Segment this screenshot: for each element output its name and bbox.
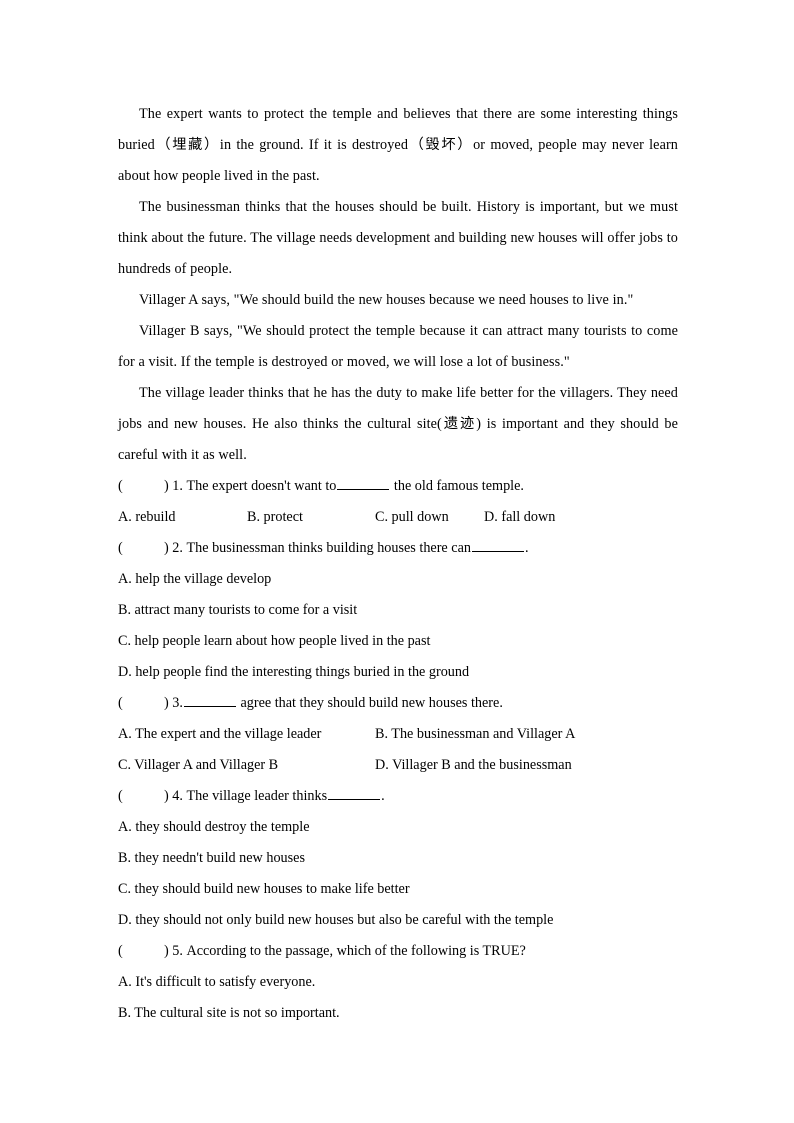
question-1-text-before: The expert doesn't want to xyxy=(186,478,337,494)
question-1-options: A. rebuild B. protect C. pull down D. fall … xyxy=(118,502,678,533)
question-2-text-after: . xyxy=(524,540,529,556)
question-2-number: 2. xyxy=(172,540,183,556)
question-4-stem: () 4. The village leader thinks. xyxy=(118,781,678,812)
bracket-open-1: ( xyxy=(118,478,123,494)
question-3-options-row-1: A. The expert and the village leader B. T… xyxy=(118,719,678,750)
document-content: The expert wants to protect the temple a… xyxy=(118,99,678,1029)
bracket-open-3: ( xyxy=(118,695,123,711)
option-3d[interactable]: D. Villager B and the businessman xyxy=(375,750,572,781)
question-4-number: 4. xyxy=(172,788,183,804)
option-4d[interactable]: D. they should not only build new houses… xyxy=(118,905,678,936)
option-2b[interactable]: B. attract many tourists to come for a v… xyxy=(118,595,678,626)
question-1-text-after: the old famous temple. xyxy=(393,478,524,494)
option-4a[interactable]: A. they should destroy the temple xyxy=(118,812,678,843)
question-4-blank[interactable] xyxy=(328,787,381,800)
option-5b[interactable]: B. The cultural site is not so important… xyxy=(118,998,678,1029)
bracket-close-4: ) xyxy=(164,788,169,804)
answer-bracket-5[interactable]: ( xyxy=(118,936,164,967)
document-page: The expert wants to protect the temple a… xyxy=(0,0,794,1123)
bracket-close-3: ) xyxy=(164,695,169,711)
option-5a[interactable]: A. It's difficult to satisfy everyone. xyxy=(118,967,678,998)
question-2-text-before: The businessman thinks building houses t… xyxy=(186,540,471,556)
question-5-stem: () 5. According to the passage, which of… xyxy=(118,936,678,967)
question-3-stem: () 3. agree that they should build new h… xyxy=(118,688,678,719)
answer-bracket-3[interactable]: ( xyxy=(118,688,164,719)
option-2c[interactable]: C. help people learn about how people li… xyxy=(118,626,678,657)
answer-bracket-4[interactable]: ( xyxy=(118,781,164,812)
question-1-blank[interactable] xyxy=(337,477,390,490)
passage-paragraph-3: Villager A says, "We should build the ne… xyxy=(139,292,634,308)
question-3-options-row-2: C. Villager A and Villager B D. Villager … xyxy=(118,750,678,781)
bracket-open-5: ( xyxy=(118,943,123,959)
bracket-open-4: ( xyxy=(118,788,123,804)
passage-paragraph-5: The village leader thinks that he has th… xyxy=(118,385,678,463)
question-5-text: According to the passage, which of the f… xyxy=(186,943,526,959)
option-1c[interactable]: C. pull down xyxy=(375,502,484,533)
option-1b[interactable]: B. protect xyxy=(247,502,375,533)
option-3b[interactable]: B. The businessman and Villager A xyxy=(375,719,575,750)
option-1a[interactable]: A. rebuild xyxy=(118,502,247,533)
question-4-text-after: . xyxy=(381,788,385,804)
question-1-number: 1. xyxy=(172,478,183,494)
passage-paragraph-1: The expert wants to protect the temple a… xyxy=(118,106,678,184)
passage-paragraph-4: Villager B says, "We should protect the … xyxy=(118,323,678,370)
option-4b[interactable]: B. they needn't build new houses xyxy=(118,843,678,874)
option-3a[interactable]: A. The expert and the village leader xyxy=(118,719,375,750)
passage-paragraph-2: The businessman thinks that the houses s… xyxy=(118,199,678,277)
option-3c[interactable]: C. Villager A and Villager B xyxy=(118,750,375,781)
question-4-text-before: The village leader thinks xyxy=(186,788,328,804)
question-5-number: 5. xyxy=(172,943,183,959)
question-2-stem: () 2. The businessman thinks building ho… xyxy=(118,533,678,564)
option-4c[interactable]: C. they should build new houses to make … xyxy=(118,874,678,905)
answer-bracket-2[interactable]: ( xyxy=(118,533,164,564)
question-3-number: 3. xyxy=(172,695,183,711)
question-3-text-after: agree that they should build new houses … xyxy=(240,695,503,711)
answer-bracket-1[interactable]: ( xyxy=(118,471,164,502)
option-2d[interactable]: D. help people find the interesting thin… xyxy=(118,657,678,688)
option-2a[interactable]: A. help the village develop xyxy=(118,564,678,595)
bracket-close-5: ) xyxy=(164,943,169,959)
question-1-stem: () 1. The expert doesn't want to the old… xyxy=(118,471,678,502)
bracket-close-1: ) xyxy=(164,478,169,494)
bracket-open-2: ( xyxy=(118,540,123,556)
bracket-close-2: ) xyxy=(164,540,169,556)
option-1d[interactable]: D. fall down xyxy=(484,502,555,533)
question-2-blank[interactable] xyxy=(471,539,524,552)
question-3-blank[interactable] xyxy=(183,694,236,707)
